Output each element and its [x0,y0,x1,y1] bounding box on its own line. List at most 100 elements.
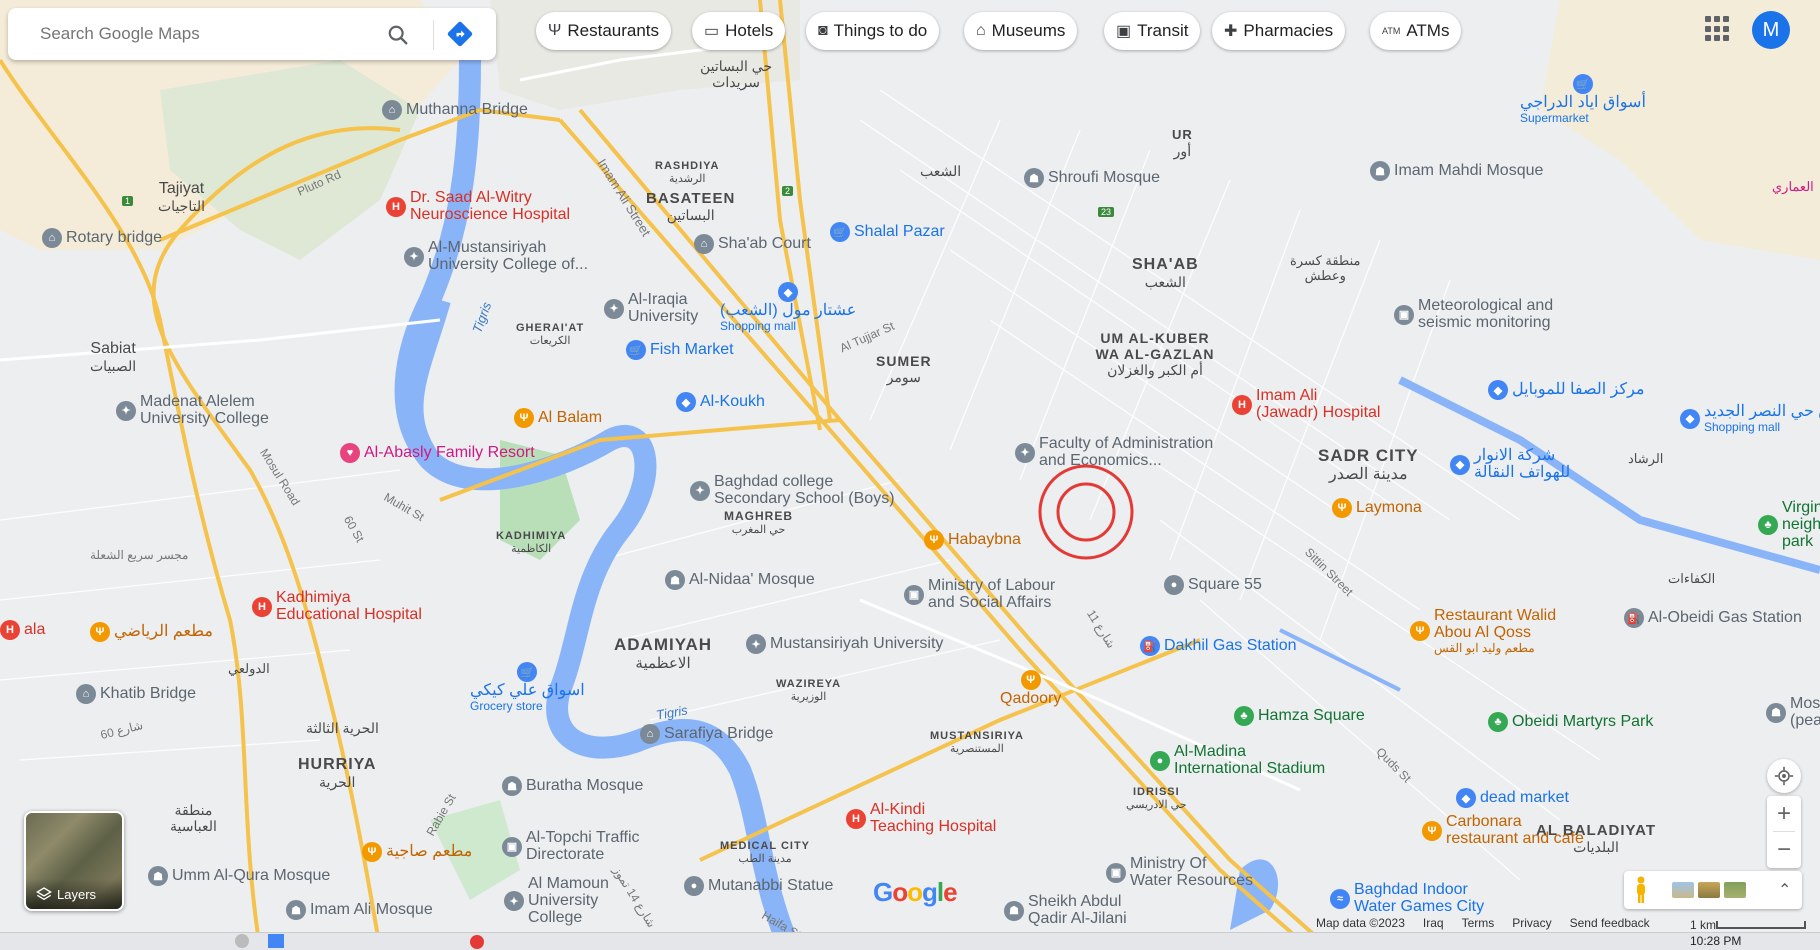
imagery-thumbnail[interactable] [1698,882,1720,898]
poi-mutanabbi[interactable]: ● Mutanabbi Statue [684,876,833,896]
poi-souk-nasr[interactable]: ◆سوق حي النصر الجديدShopping mall [1680,403,1820,433]
layers-label-row: Layers [26,879,122,909]
poi-rotary[interactable]: ⌂ Rotary bridge [42,228,162,248]
directions-button[interactable] [445,19,475,49]
poi-mat3am-riyadi[interactable]: Ψ مطعم الرياضي [90,622,213,642]
poi-shaab-court[interactable]: ⌂ Sha'ab Court [694,234,811,254]
poi-water-res[interactable]: ▣ Ministry Of Water Resources [1106,855,1253,890]
terms-link[interactable]: Terms [1462,916,1495,932]
pegman-icon[interactable] [1634,876,1648,904]
my-location-button[interactable] [1767,759,1801,793]
poi-obeidi-gas[interactable]: ⛽ Al-Obeidi Gas Station [1624,608,1802,628]
poi-khatib[interactable]: ⌂ Khatib Bridge [76,684,196,704]
chip-pharmacies[interactable]: ✚ Pharmacies [1212,12,1346,50]
poi-kadhimiya-hosp[interactable]: H Kadhimiya Educational Hospital [252,589,422,624]
poi-obeidi-park[interactable]: ♣ Obeidi Martyrs Park [1488,712,1653,732]
zoom-out-button[interactable]: − [1767,832,1801,867]
poi-muthanna[interactable]: ⌂ Muthanna Bridge [382,100,528,120]
fork-knife-icon: Ψ [1020,670,1041,690]
poi-hamza[interactable]: ♣ Hamza Square [1234,706,1365,726]
poi-habaybna[interactable]: Ψ Habaybna [924,530,1021,550]
poi-aswaq-ayad[interactable]: 🛒 أسواق اياد الدراجي Supermarket [1520,74,1646,124]
expand-chevron-icon[interactable]: ⌃ [1778,880,1791,900]
poi-ashtar[interactable]: ◆ عشتار مول (الشعب) Shopping mall [720,282,856,332]
chip-restaurants[interactable]: Ψ Restaurants [536,12,672,50]
poi-imam-ali-mosque[interactable]: ☗ Imam Ali Mosque [286,900,433,920]
poi-topchi[interactable]: ▣ Al-Topchi Traffic Directorate [502,829,640,864]
poi-walid[interactable]: Ψ Restaurant Walid Abou Al Qoss مطعم وليد … [1410,607,1556,654]
poi-koukh[interactable]: ◆ Al-Koukh [676,392,765,412]
poi-umm-qura[interactable]: ☗ Umm Al-Qura Mosque [148,866,330,886]
poi-imam-mahdi[interactable]: ☗ Imam Mahdi Mosque [1370,161,1543,181]
chip-label: Pharmacies [1243,21,1334,40]
search-input[interactable] [38,23,372,45]
poi-square55[interactable]: ● Square 55 [1164,575,1262,595]
directions-icon [447,21,473,47]
poi-baghdad-college[interactable]: ✦ Baghdad college Secondary School (Boys) [690,473,895,508]
poi-safa[interactable]: ◆ مركز الصفا للموبايل [1488,380,1644,400]
poi-dead-market[interactable]: ◆ dead market [1456,788,1569,808]
zoom-in-button[interactable]: + [1767,796,1801,831]
poi-sheikh[interactable]: ☗ Sheikh Abdul Qadir Al-Jilani [1004,893,1127,928]
shopping-bag-icon: ◆ [1680,408,1700,429]
poi-buratha[interactable]: ☗ Buratha Mosque [502,776,643,796]
taskbar-app-icon[interactable] [235,934,249,948]
chip-things-to-do[interactable]: ◙ Things to do [806,12,940,50]
area-label-adamiyah: ADAMIYAH الاعظمية [614,635,713,672]
google-logo: Google [873,877,958,907]
poi-mamoun[interactable]: ✦ Al Mamoun University College [504,875,609,926]
poi-fish[interactable]: 🛒 Fish Market [626,340,734,360]
poi-anwar[interactable]: ◆ شركة الانوار للهواتف النقالة [1450,447,1570,482]
poi-label: Imam Mahdi Mosque [1394,161,1544,179]
area-label-rashad: الرشاد [1628,451,1664,466]
poi-shroufi[interactable]: ☗ Shroufi Mosque [1024,168,1160,188]
poi-labour[interactable]: ▣ Ministry of Labour and Social Affairs [904,577,1055,612]
hospital-icon: H [0,620,20,640]
search-button[interactable] [383,20,413,50]
poi-imam-ali[interactable]: H Imam Ali (Jawadr) Hospital [1232,387,1380,422]
taskbar-app-icon[interactable] [470,935,484,949]
privacy-link[interactable]: Privacy [1512,916,1551,932]
poi-qadoory[interactable]: Ψ Qadoory [1000,670,1061,708]
poi-mosq-peace[interactable]: ☗Mosq (peac [1766,695,1820,730]
poi-balam[interactable]: Ψ Al Balam [514,408,602,428]
poi-kindi[interactable]: H Al-Kindi Teaching Hospital [846,801,996,836]
poi-laymona[interactable]: Ψ Laymona [1332,498,1422,518]
poi-madenat[interactable]: ✦ Madenat Alelem University College [116,393,269,428]
poi-sajiya[interactable]: Ψ مطعم صاجية [362,842,472,862]
imagery-thumbnail[interactable] [1724,882,1746,898]
poi-iraqia[interactable]: ✦ Al-Iraqia University [604,291,698,326]
chip-hotels[interactable]: ▭ Hotels [692,12,786,50]
poi-nidaa[interactable]: ☗ Al-Nidaa' Mosque [665,570,815,590]
poi-dakhil[interactable]: ⛽ Dakhil Gas Station [1140,636,1297,656]
chip-atms[interactable]: ATM ATMs [1370,12,1462,50]
poi-madina[interactable]: ● Al-Madina International Stadium [1150,743,1325,778]
poi-mustansiriyah-univ[interactable]: ✦ Mustansiriyah University [746,634,943,654]
chip-museums[interactable]: ⌂ Museums [964,12,1078,50]
poi-aswaq-ali[interactable]: 🛒 اسواق علي كيكي Grocery store [470,662,585,712]
chip-transit[interactable]: ▣ Transit [1104,12,1201,50]
poi-ala-hosp[interactable]: Hala [0,620,45,640]
poi-sarafiya[interactable]: ⌂ Sarafiya Bridge [640,724,773,744]
poi-shalal[interactable]: 🛒 Shalal Pazar [830,222,945,242]
shopping-bag-icon: ◆ [778,282,799,302]
send-feedback-link[interactable]: Send feedback [1570,916,1650,932]
poi-water-games[interactable]: ≈ Baghdad Indoor Water Games City [1330,881,1484,916]
scale-label[interactable]: 1 km [1690,918,1716,932]
imagery-thumbnail[interactable] [1672,882,1694,898]
chip-label: Museums [991,21,1066,40]
layers-button[interactable]: Layers [24,811,124,911]
poi-meteo[interactable]: ▣ Meteorological and seismic monitoring [1394,297,1553,332]
poi-faculty[interactable]: ✦ Faculty of Administration and Economics… [1015,435,1213,470]
poi-carbonara[interactable]: Ψ Carbonara restaurant and cafe [1422,813,1584,848]
mosque-icon: ☗ [148,866,168,886]
school-icon: ✦ [116,400,136,421]
taskbar-app-icon[interactable] [268,934,284,948]
account-avatar[interactable]: M [1752,11,1790,49]
poi-mustansiriyah-uc[interactable]: ✦ Al-Mustansiriyah University College of.… [404,239,588,274]
apps-grid-button[interactable] [1705,16,1731,42]
poi-abasly[interactable]: ♥ Al-Abasly Family Resort [340,443,535,463]
crosshair-icon [1774,766,1794,786]
poi-virgin[interactable]: ♣Virgin neighbor park [1758,499,1820,550]
poi-saad[interactable]: H Dr. Saad Al-Witry Neuroscience Hospital [386,189,570,224]
